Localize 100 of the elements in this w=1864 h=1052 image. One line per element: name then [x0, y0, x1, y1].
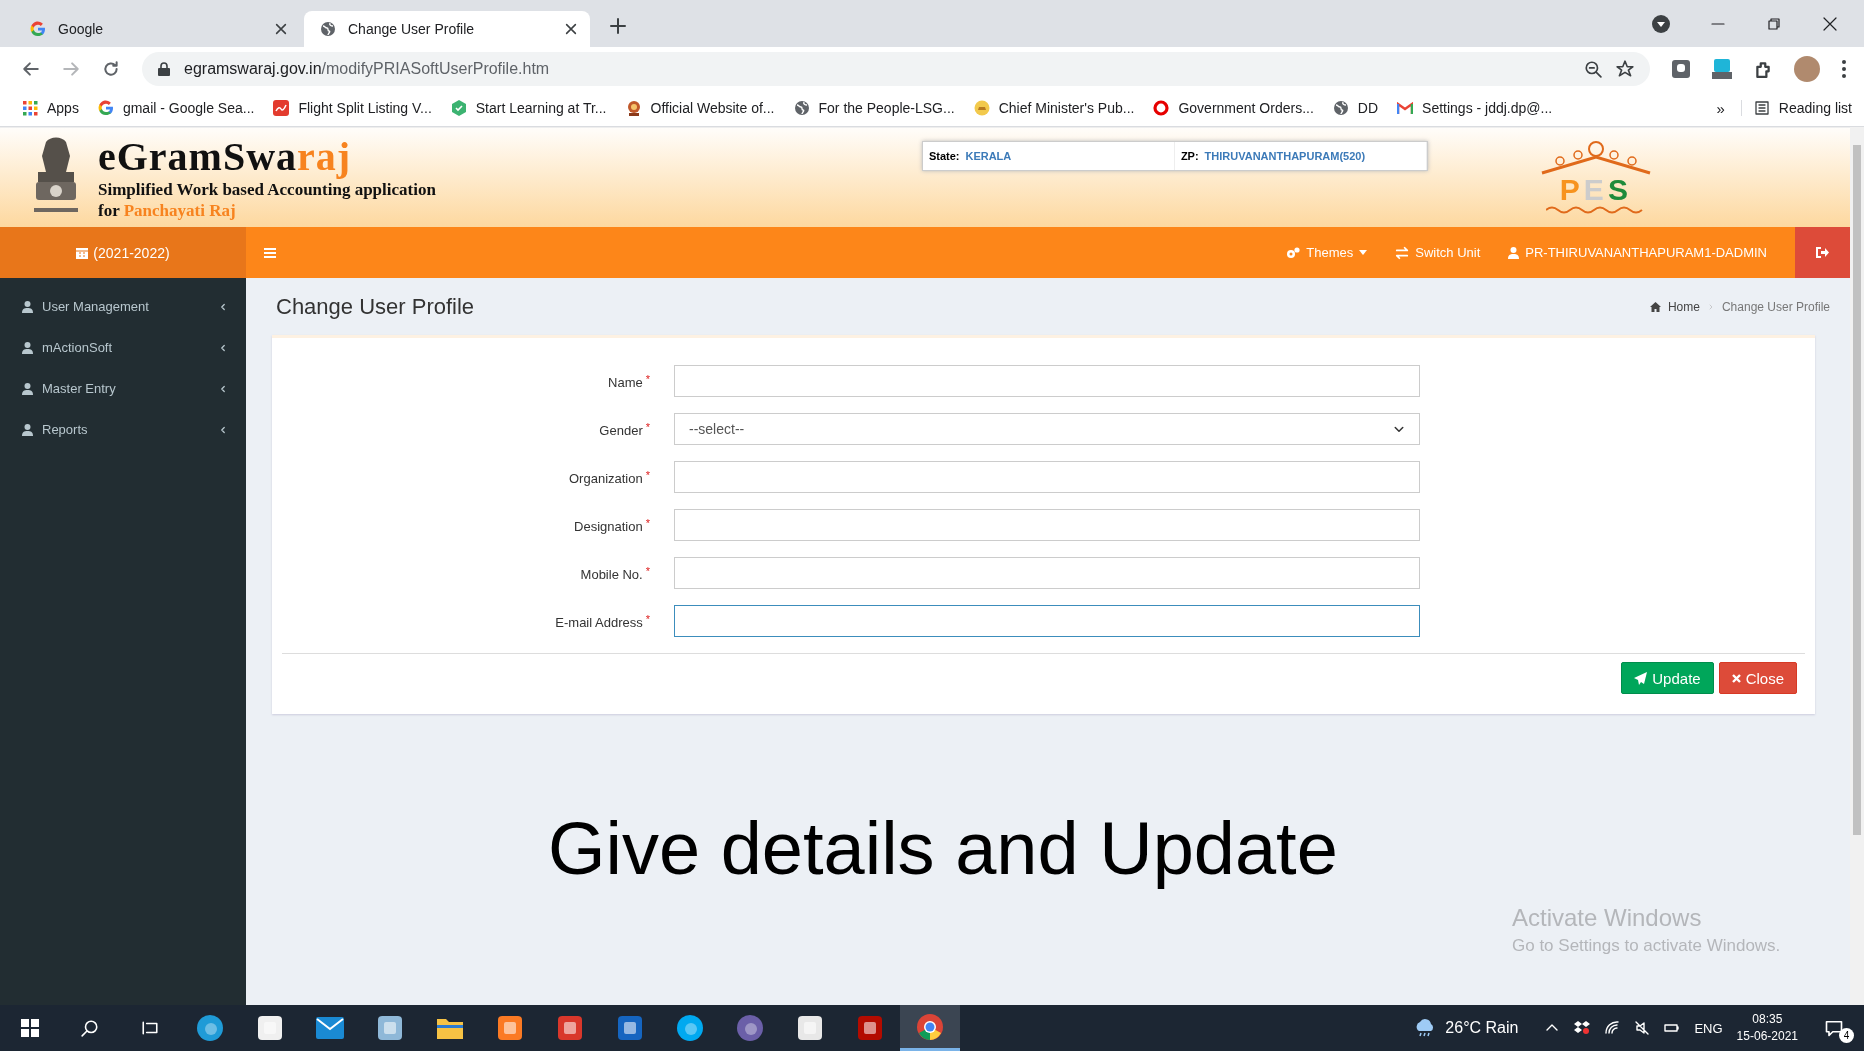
field-label: Name $^{*}$ [607, 372, 650, 390]
sidebar-item[interactable]: User Management [0, 286, 246, 327]
gender-dropdown[interactable]: --select-- [674, 413, 1420, 445]
chevron-left-icon[interactable] [218, 301, 228, 312]
close-icon [1731, 673, 1741, 683]
user-icon [22, 423, 33, 436]
logout-button[interactable] [1795, 227, 1850, 278]
app-tagline: for Panchayati Raj [98, 199, 237, 221]
task-view-icon[interactable] [141, 1019, 159, 1037]
close-button[interactable]: Close [1718, 662, 1797, 694]
clock[interactable]: 08:35 15-06-2021 [1736, 1011, 1798, 1045]
star-icon[interactable] [1616, 59, 1634, 78]
input-field[interactable] [674, 509, 1420, 541]
sidebar-item[interactable]: Reports [0, 409, 246, 450]
bookmark-favicon-icon [450, 100, 467, 116]
reading-list-button[interactable]: Reading list [1740, 100, 1852, 116]
scrollbar-thumb[interactable] [1853, 145, 1861, 835]
breadcrumb-item[interactable]: Home [1667, 299, 1700, 314]
user-icon [1508, 246, 1520, 259]
bookmark[interactable]: Flight Split Listing V... [273, 100, 432, 116]
bookmark-favicon-icon [97, 100, 114, 116]
wifi-icon[interactable] [1604, 1020, 1621, 1036]
calendar-icon [76, 246, 89, 259]
logout-icon [1816, 247, 1829, 258]
taskbar-app[interactable] [900, 1005, 960, 1051]
windows-start-icon[interactable] [21, 1019, 39, 1037]
bookmark[interactable]: gmail - Google Sea... [97, 100, 255, 116]
switch-arrows-icon[interactable] [1395, 245, 1410, 260]
page-title: Change User Profile [276, 293, 475, 320]
profile-menu-icon[interactable] [1652, 14, 1670, 33]
notification-icon[interactable] [1824, 1018, 1844, 1038]
avatar[interactable] [1794, 55, 1820, 82]
close-icon[interactable] [1822, 15, 1838, 32]
field-label: E-mail Address $^{*}$ [554, 612, 650, 630]
more-bookmarks-button[interactable]: » [1716, 99, 1725, 117]
user-icon [22, 341, 33, 354]
reload-icon[interactable] [102, 59, 120, 78]
chevron-left-icon[interactable] [218, 342, 228, 353]
extension-icon[interactable] [1712, 58, 1732, 79]
unit-info-bar: State: KERALA ZP: THIRUVANANTHAPURAM(520) [921, 140, 1428, 171]
input-field[interactable] [674, 557, 1420, 589]
weather-widget[interactable]: 26°C Rain [1413, 1018, 1519, 1038]
chrome-app-icon[interactable] [916, 1012, 944, 1041]
zoom-out-icon[interactable] [1584, 59, 1602, 78]
close-icon[interactable] [274, 22, 288, 36]
bookmark[interactable]: Chief Minister's Pub... [973, 100, 1135, 116]
tab-favicon-icon [320, 21, 336, 37]
sidebar-item[interactable]: mActionSoft [0, 327, 246, 368]
field-label: Organization $^{*}$ [568, 468, 650, 486]
app-tagline: Simplified Work based Accounting application [98, 179, 436, 200]
caption-text: Give details and Update [548, 806, 1338, 891]
close-icon[interactable] [564, 22, 578, 36]
bookmark[interactable]: DD [1332, 100, 1379, 116]
breadcrumb-item: Change User Profile [1721, 299, 1830, 314]
activation-notice-text: Go to Settings to activate Windows. [1512, 936, 1781, 956]
folder-app-icon[interactable] [436, 1016, 464, 1040]
bookmark-favicon-icon [1332, 100, 1349, 116]
search-icon[interactable] [81, 1019, 99, 1037]
bookmark[interactable]: Apps [22, 100, 79, 116]
bookmark[interactable]: Official Website of... [625, 100, 775, 116]
chevron-left-icon[interactable] [218, 424, 228, 435]
puzzle-icon[interactable] [1754, 59, 1772, 78]
reading-list-icon[interactable] [1753, 100, 1770, 116]
language-indicator[interactable]: ENG [1694, 1020, 1723, 1036]
browser-tab[interactable]: Google [14, 11, 300, 47]
user-icon [22, 382, 33, 395]
back-icon[interactable] [22, 59, 40, 78]
field-label: Gender $^{*}$ [598, 420, 650, 438]
send-icon [1634, 671, 1648, 685]
address-bar[interactable]: egramswaraj.gov.in/modifyPRIASoftUserProfile.htm [142, 51, 1650, 86]
bookmark-favicon-icon [1397, 101, 1414, 115]
input-field[interactable] [674, 605, 1420, 637]
speaker-muted-icon[interactable] [1634, 1020, 1651, 1036]
restore-icon[interactable] [1766, 15, 1782, 32]
home-icon [1649, 301, 1661, 312]
new-tab-icon[interactable] [610, 18, 626, 34]
input-field[interactable] [674, 461, 1420, 493]
bookmark[interactable]: Settings - jddj.dp@... [1397, 100, 1553, 116]
bookmark[interactable]: Government Orders... [1153, 100, 1314, 116]
mail-app-icon[interactable] [316, 1017, 344, 1039]
menu-icon[interactable] [1842, 59, 1846, 78]
browser-tab[interactable]: Change User Profile [304, 11, 590, 47]
bookmark[interactable]: For the People-LSG... [793, 100, 955, 116]
input-field[interactable] [674, 365, 1420, 397]
bookmark-favicon-icon [973, 100, 990, 116]
bookmark-favicon-icon [1153, 100, 1170, 116]
bookmark-favicon-icon [22, 100, 38, 116]
extension-icon[interactable] [1672, 59, 1690, 78]
notification-button[interactable]: 4 [1824, 1013, 1854, 1043]
tab-favicon-icon [30, 21, 46, 37]
sidebar-item[interactable]: Master Entry [0, 368, 246, 409]
bookmark-favicon-icon [625, 100, 642, 116]
bookmark[interactable]: Start Learning at Tr... [450, 100, 607, 116]
field-label: Designation $^{*}$ [573, 516, 650, 534]
gears-icon [1286, 246, 1301, 259]
chevron-left-icon[interactable] [218, 383, 228, 394]
bookmark-favicon-icon [793, 100, 810, 116]
activation-notice-title: Activate Windows [1512, 904, 1703, 932]
user-icon [22, 300, 33, 313]
lock-icon [158, 61, 170, 76]
